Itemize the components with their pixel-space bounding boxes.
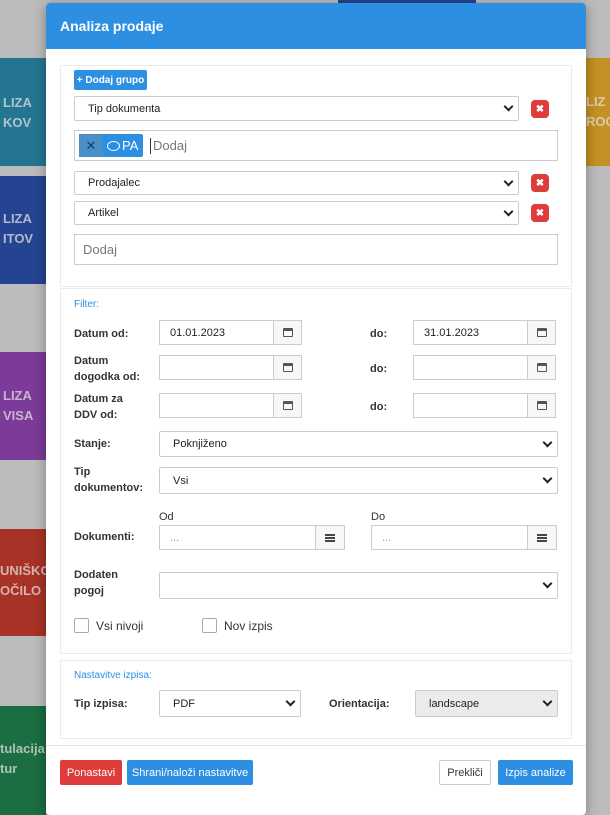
dokumenti-od-input[interactable]: ... bbox=[159, 525, 316, 550]
datum-ddv-od-calendar-button[interactable] bbox=[273, 393, 302, 418]
group-icon bbox=[107, 140, 120, 151]
datum-dogodka-od-calendar-button[interactable] bbox=[273, 355, 302, 380]
tag-input-placeholder[interactable]: Dodaj bbox=[150, 138, 187, 154]
tip-izpisa-select[interactable]: PDF bbox=[159, 690, 301, 717]
stanje-label: Stanje: bbox=[74, 438, 111, 450]
datum-od-label: Datum od: bbox=[74, 328, 129, 340]
datum-dogodka-do-calendar-button[interactable] bbox=[527, 355, 556, 380]
datum-do-calendar-button[interactable] bbox=[527, 320, 556, 345]
chevron-down-icon bbox=[503, 101, 514, 112]
datum-od-input[interactable]: 01.01.2023 bbox=[159, 320, 274, 345]
datum-ddv-do-input[interactable] bbox=[413, 393, 528, 418]
dokumenti-do-list-button[interactable] bbox=[527, 525, 557, 550]
calendar-icon bbox=[282, 363, 293, 372]
group-select-tip-dokumenta[interactable]: Tip dokumenta bbox=[74, 96, 519, 121]
tip-izpisa-label: Tip izpisa: bbox=[74, 698, 128, 710]
calendar-icon bbox=[536, 328, 547, 337]
filter-panel: Filter: Datum od: 01.01.2023 do: 31.01.2… bbox=[60, 288, 572, 654]
datum-ddv-label: Datum za DDV od: bbox=[74, 393, 123, 421]
dokumenti-od-list-button[interactable] bbox=[315, 525, 345, 550]
nov-izpis-checkbox[interactable] bbox=[202, 618, 217, 633]
add-field-input[interactable]: Dodaj bbox=[74, 234, 558, 265]
analiza-prodaje-dialog: Analiza prodaje + Dodaj grupo Tip dokume… bbox=[46, 3, 586, 815]
list-icon bbox=[537, 533, 547, 542]
remove-group-button[interactable]: ✖ bbox=[531, 100, 549, 118]
print-analysis-button[interactable]: Izpis analize bbox=[498, 760, 573, 785]
chevron-down-icon bbox=[542, 696, 553, 707]
add-group-button[interactable]: + Dodaj grupo bbox=[74, 70, 147, 90]
vsi-nivoji-checkbox[interactable] bbox=[74, 618, 89, 633]
remove-group-button[interactable]: ✖ bbox=[531, 204, 549, 222]
stanje-select[interactable]: Poknjiženo bbox=[159, 431, 558, 457]
dodaten-pogoj-label: Dodaten pogoj bbox=[74, 569, 118, 597]
datum-dogodka-od-input[interactable] bbox=[159, 355, 274, 380]
chevron-down-icon bbox=[285, 696, 296, 707]
stanje-value: Poknjiženo bbox=[173, 438, 227, 450]
filter-header: Filter: bbox=[74, 299, 99, 310]
chevron-down-icon bbox=[542, 437, 553, 448]
chevron-down-icon bbox=[503, 176, 514, 187]
do-label: do: bbox=[370, 401, 388, 413]
dialog-footer: Ponastavi Shrani/naloži nastavitve Prekl… bbox=[46, 745, 586, 815]
tip-dokumentov-value: Vsi bbox=[173, 474, 189, 487]
calendar-icon bbox=[536, 363, 547, 372]
orientacija-select[interactable]: landscape bbox=[415, 690, 558, 717]
od-label: Od bbox=[159, 511, 174, 523]
do-label: do: bbox=[370, 328, 388, 340]
tag-pa: ✕ PA bbox=[79, 134, 143, 157]
dodaten-pogoj-select[interactable] bbox=[159, 572, 558, 599]
datum-od-calendar-button[interactable] bbox=[273, 320, 302, 345]
list-icon bbox=[325, 533, 335, 542]
group-select-prodajalec[interactable]: Prodajalec bbox=[74, 171, 519, 195]
group-select-value: Prodajalec bbox=[88, 177, 140, 189]
tip-dokumentov-label: Tip dokumentov: bbox=[74, 466, 144, 494]
vsi-nivoji-label: Vsi nivoji bbox=[96, 619, 144, 633]
tip-izpisa-value: PDF bbox=[173, 697, 195, 710]
cancel-button[interactable]: Prekliči bbox=[439, 760, 491, 785]
grouping-panel: + Dodaj grupo Tip dokumenta ✖ ✕ PA Dodaj… bbox=[60, 65, 572, 287]
settings-header: Nastavitve izpisa: bbox=[74, 670, 152, 681]
dokumenti-label: Dokumenti: bbox=[74, 531, 135, 543]
dokumenti-do-input[interactable]: ... bbox=[371, 525, 528, 550]
orientacija-label: Orientacija: bbox=[329, 698, 390, 710]
group-select-artikel[interactable]: Artikel bbox=[74, 201, 519, 225]
dialog-title: Analiza prodaje bbox=[46, 3, 586, 49]
datum-dogodka-do-input[interactable] bbox=[413, 355, 528, 380]
group-select-value: Artikel bbox=[88, 207, 119, 219]
tag-remove-icon[interactable]: ✕ bbox=[79, 134, 103, 157]
tip-dokumentov-select[interactable]: Vsi bbox=[159, 467, 558, 494]
tag-input[interactable]: ✕ PA Dodaj bbox=[74, 130, 558, 161]
datum-ddv-do-calendar-button[interactable] bbox=[527, 393, 556, 418]
orientacija-value: landscape bbox=[429, 697, 480, 710]
datum-ddv-od-input[interactable] bbox=[159, 393, 274, 418]
save-settings-button[interactable]: Shrani/naloži nastavitve bbox=[127, 760, 253, 785]
do-label: do: bbox=[370, 363, 388, 375]
calendar-icon bbox=[282, 328, 293, 337]
do-upper-label: Do bbox=[371, 511, 386, 523]
remove-group-button[interactable]: ✖ bbox=[531, 174, 549, 192]
group-select-value: Tip dokumenta bbox=[88, 102, 161, 115]
ponastavi-button[interactable]: Ponastavi bbox=[60, 760, 122, 785]
chevron-down-icon bbox=[542, 473, 553, 484]
calendar-icon bbox=[282, 401, 293, 410]
print-settings-panel: Nastavitve izpisa: Tip izpisa: PDF Orien… bbox=[60, 660, 572, 739]
tag-label: PA bbox=[122, 138, 139, 153]
datum-dogodka-label: Datum dogodka od: bbox=[74, 355, 140, 383]
chevron-down-icon bbox=[542, 578, 553, 589]
nov-izpis-label: Nov izpis bbox=[224, 619, 273, 633]
chevron-down-icon bbox=[503, 206, 514, 217]
calendar-icon bbox=[536, 401, 547, 410]
datum-do-input[interactable]: 31.01.2023 bbox=[413, 320, 528, 345]
